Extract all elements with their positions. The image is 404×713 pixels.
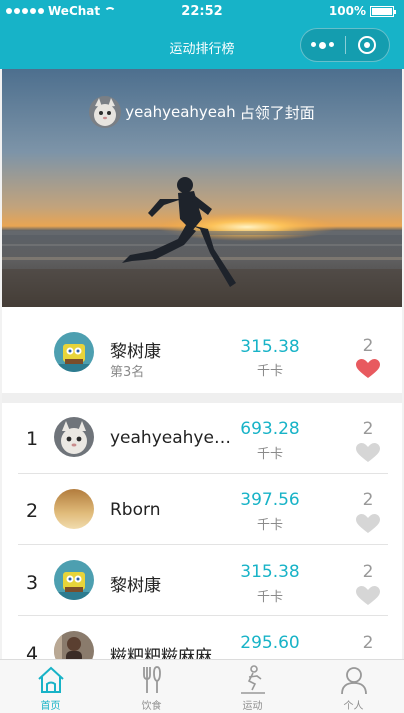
tab-bar: 首页 饮食 运动 个人 (0, 659, 404, 713)
tab-label: 运动 (242, 701, 263, 712)
heart-icon[interactable] (356, 443, 380, 463)
user-name: yeahyeahyeah (110, 428, 235, 448)
avatar (54, 489, 94, 529)
cover-owner-banner: yeahyeahyeah 占领了封面 (2, 96, 402, 128)
tab-diet[interactable]: 饮食 (101, 660, 202, 713)
heart-icon[interactable] (356, 359, 380, 379)
tab-label: 个人 (343, 701, 364, 712)
user-name: 黎树康 (110, 576, 161, 596)
kcal-value: 693.28 (240, 419, 300, 439)
cover-image[interactable]: yeahyeahyeah 占领了封面 (2, 69, 402, 307)
kcal-value: 315.38 (240, 562, 300, 582)
home-icon (37, 666, 64, 693)
like-count: 2 (362, 419, 374, 439)
my-kcal-unit: 千卡 (256, 364, 283, 379)
avatar (54, 417, 94, 457)
rank-number: 3 (25, 572, 39, 594)
like-count: 2 (362, 633, 374, 653)
fork-knife-icon (142, 666, 161, 693)
cover-owner-avatar (89, 96, 122, 128)
battery-info: 100% (328, 4, 396, 18)
cover-owner-name: yeahyeahyeah (125, 103, 236, 121)
tab-sport[interactable]: 运动 (202, 660, 303, 713)
tab-profile[interactable]: 个人 (303, 660, 404, 713)
rank-number: 1 (25, 428, 39, 450)
battery-percent: 100% (328, 4, 366, 18)
top-bar: WeChat 22:52 100% 运动排行榜 (0, 0, 404, 69)
target-icon (358, 36, 377, 54)
kcal-value: 397.56 (240, 490, 300, 510)
ranking-row[interactable]: 2 Rborn 397.56 千卡 2 (2, 474, 402, 545)
my-rank-text: 第3名 (110, 365, 145, 380)
tab-home[interactable]: 首页 (0, 660, 101, 713)
like-count: 2 (362, 490, 374, 510)
kcal-value: 295.60 (240, 633, 300, 653)
kcal-unit: 千卡 (256, 447, 283, 462)
rank-number: 2 (25, 500, 39, 522)
runner-icon (240, 665, 265, 694)
my-like-count: 2 (362, 336, 374, 356)
tab-label: 首页 (40, 701, 61, 712)
heart-icon[interactable] (356, 514, 380, 534)
like-count: 2 (362, 562, 374, 582)
person-icon (340, 667, 367, 695)
kcal-unit: 千卡 (256, 518, 283, 533)
ranking-row[interactable]: 3 黎树康 315.38 千卡 2 (2, 545, 402, 616)
my-avatar (54, 332, 94, 372)
my-rank-card: 黎树康 第3名 315.38 千卡 2 (2, 307, 402, 393)
cover-owner-suffix: 占领了封面 (239, 103, 315, 122)
close-miniprogram-button[interactable] (345, 36, 389, 54)
heart-icon[interactable] (356, 586, 380, 606)
section-gap (2, 393, 402, 403)
ranking-row[interactable]: 1 yeahyeahyeah 693.28 千卡 2 (2, 403, 402, 474)
status-bar: WeChat 22:52 100% (0, 0, 404, 24)
avatar (54, 560, 94, 600)
miniprogram-capsule (300, 28, 390, 62)
battery-icon (370, 5, 396, 17)
my-kcal: 315.38 (240, 337, 300, 357)
kcal-unit: 千卡 (256, 590, 283, 605)
tab-label: 饮食 (141, 701, 162, 712)
my-name: 黎树康 (110, 342, 161, 362)
more-menu-button[interactable] (301, 41, 345, 49)
user-name: Rborn (110, 500, 161, 520)
